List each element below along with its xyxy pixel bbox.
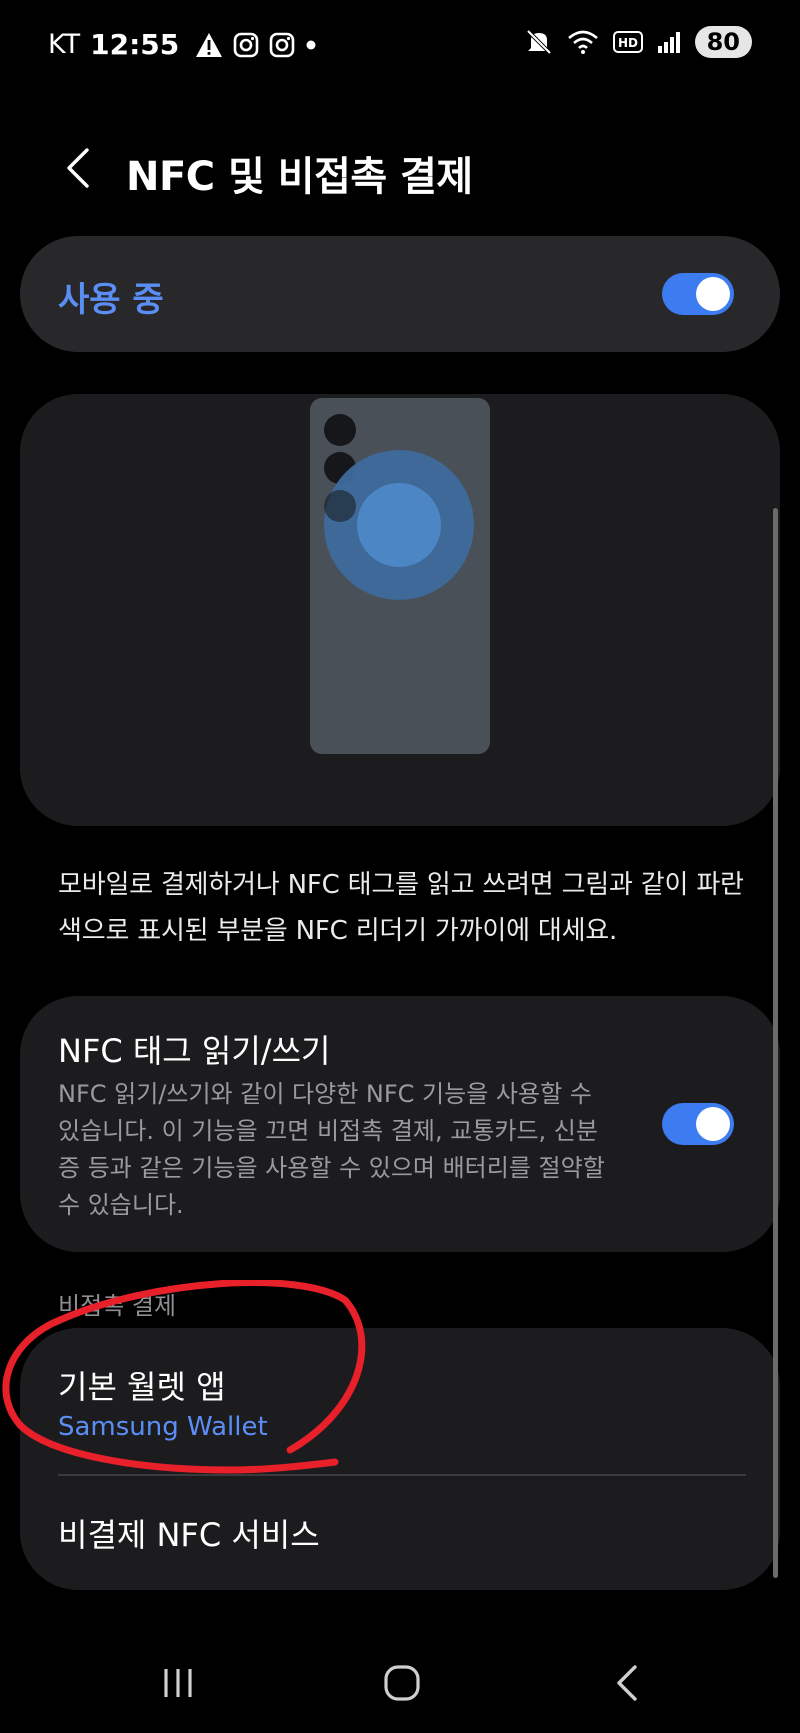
- section-label-contactless: 비접촉 결제: [58, 1292, 177, 1320]
- instagram-icon: [233, 32, 259, 58]
- scrollbar[interactable]: [773, 508, 778, 1578]
- nfc-tag-title: NFC 태그 읽기/쓰기: [58, 1032, 331, 1070]
- mute-icon: [525, 28, 553, 56]
- master-toggle-label: 사용 중: [58, 280, 164, 320]
- camera-lens-icon: [324, 490, 356, 522]
- back-button[interactable]: [54, 140, 102, 200]
- camera-lens-icon: [324, 414, 356, 446]
- battery-indicator: 80: [694, 26, 752, 58]
- nfc-illustration-card: [20, 394, 780, 826]
- toggle-knob: [696, 1107, 730, 1141]
- page-title: NFC 및 비접촉 결제: [126, 154, 473, 200]
- navigation-bar: [0, 1640, 800, 1730]
- non-payment-nfc-title: 비결제 NFC 서비스: [58, 1516, 320, 1554]
- app-header: NFC 및 비접촉 결제: [0, 140, 800, 200]
- home-icon: [382, 1663, 422, 1707]
- nfc-area-inner: [357, 483, 441, 567]
- wifi-icon: [567, 29, 599, 55]
- nav-back-button[interactable]: [596, 1660, 656, 1710]
- back-icon: [611, 1663, 641, 1707]
- home-button[interactable]: [372, 1660, 432, 1710]
- master-toggle-switch[interactable]: [662, 273, 734, 315]
- notification-dot-icon: [305, 39, 317, 51]
- phone-illustration: [310, 398, 490, 754]
- master-toggle-card[interactable]: 사용 중: [20, 236, 780, 352]
- nfc-tag-card[interactable]: NFC 태그 읽기/쓰기 NFC 읽기/쓰기와 같이 다양한 NFC 기능을 사…: [20, 996, 780, 1252]
- nfc-tag-description: NFC 읽기/쓰기와 같이 다양한 NFC 기능을 사용할 수 있습니다. 이 …: [58, 1080, 605, 1219]
- instagram-icon: [269, 32, 295, 58]
- toggle-knob: [696, 277, 730, 311]
- status-bar: KT 12:55 HD 80: [0, 0, 800, 88]
- non-payment-nfc-item[interactable]: 비결제 NFC 서비스: [20, 1476, 780, 1590]
- default-wallet-value: Samsung Wallet: [58, 1412, 268, 1442]
- warning-icon: [195, 32, 223, 58]
- recents-icon: [158, 1666, 198, 1704]
- chevron-left-icon: [65, 147, 91, 193]
- clock: 12:55: [90, 28, 180, 61]
- carrier-label: KT: [48, 29, 81, 60]
- recents-button[interactable]: [148, 1660, 208, 1710]
- wallet-settings-card: 기본 월렛 앱 Samsung Wallet 비결제 NFC 서비스: [20, 1328, 780, 1590]
- nfc-description: 모바일로 결제하거나 NFC 태그를 읽고 쓰려면 그림과 같이 파란색으로 표…: [58, 870, 744, 946]
- default-wallet-title: 기본 월렛 앱: [58, 1368, 226, 1406]
- nfc-tag-toggle-switch[interactable]: [662, 1103, 734, 1145]
- default-wallet-app-item[interactable]: 기본 월렛 앱 Samsung Wallet: [20, 1328, 780, 1474]
- hd-voice-icon: HD: [612, 31, 643, 53]
- signal-icon: [657, 30, 681, 54]
- svg-text:HD: HD: [618, 36, 638, 50]
